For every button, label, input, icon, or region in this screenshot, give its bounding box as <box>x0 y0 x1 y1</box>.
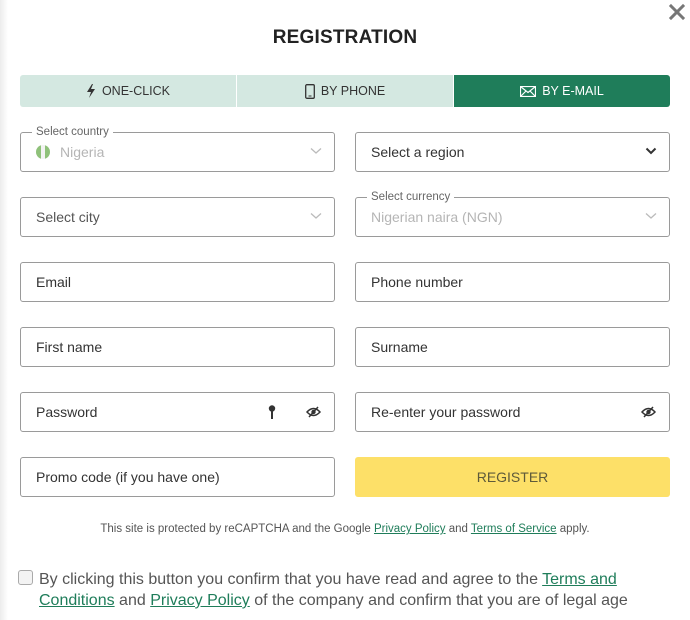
tab-by-phone[interactable]: BY PHONE <box>236 75 453 107</box>
register-button[interactable]: REGISTER <box>355 457 670 497</box>
agreement-text: By clicking this button you confirm that… <box>39 569 658 611</box>
agreement: By clicking this button you confirm that… <box>18 569 658 611</box>
envelope-icon <box>520 85 537 97</box>
currency-select[interactable]: Select currency Nigerian naira (NGN) <box>355 190 670 237</box>
tab-one-click[interactable]: ONE-CLICK <box>20 75 236 107</box>
country-select[interactable]: Select country Nigeria <box>20 125 335 172</box>
nigeria-flag-icon <box>36 145 50 159</box>
close-icon <box>668 3 686 21</box>
phone-input[interactable]: Phone number <box>355 262 670 302</box>
page-title: REGISTRATION <box>272 27 418 48</box>
country-value: Nigeria <box>60 144 105 160</box>
password-input[interactable]: Password <box>20 392 335 432</box>
agreement-text-part: and <box>114 592 151 609</box>
recaptcha-text: This site is protected by reCAPTCHA and … <box>100 523 374 535</box>
agreement-text-part: of the company and confirm that you are … <box>249 592 628 609</box>
phone-icon <box>304 83 315 99</box>
promo-code-input[interactable]: Promo code (if you have one) <box>20 457 335 497</box>
phone-placeholder: Phone number <box>371 274 463 290</box>
email-placeholder: Email <box>36 274 72 290</box>
currency-legend: Select currency <box>367 190 455 204</box>
repeat-password-input[interactable]: Re-enter your password <box>355 392 670 432</box>
password-placeholder: Password <box>36 404 98 420</box>
city-placeholder: Select city <box>36 209 100 225</box>
lightning-icon <box>86 84 95 98</box>
tab-label: ONE-CLICK <box>101 84 171 98</box>
tab-by-email[interactable]: BY E-MAIL <box>453 75 670 107</box>
agreement-text-part: By clicking this button you confirm that… <box>39 571 543 588</box>
first-name-input[interactable]: First name <box>20 327 335 367</box>
country-legend: Select country <box>32 125 113 139</box>
surname-input[interactable]: Surname <box>355 327 670 367</box>
agreement-checkbox[interactable] <box>18 570 33 585</box>
registration-method-tabs: ONE-CLICK BY PHONE BY E-MAIL <box>20 75 670 107</box>
chevron-down-icon <box>310 213 322 219</box>
chevron-down-icon <box>310 148 322 154</box>
repeat-password-placeholder: Re-enter your password <box>371 404 521 420</box>
google-privacy-policy-link[interactable]: Privacy Policy <box>374 523 446 535</box>
email-input[interactable]: Email <box>20 262 335 302</box>
google-terms-link[interactable]: Terms of Service <box>471 523 557 535</box>
close-button[interactable] <box>668 3 686 21</box>
promo-code-placeholder: Promo code (if you have one) <box>36 469 220 485</box>
recaptcha-text: and <box>445 523 471 535</box>
tab-label: BY E-MAIL <box>542 84 604 98</box>
city-select[interactable]: Select city <box>20 197 335 237</box>
recaptcha-notice: This site is protected by reCAPTCHA and … <box>0 523 690 535</box>
chevron-down-icon <box>645 147 657 155</box>
region-placeholder: Select a region <box>371 144 465 160</box>
surname-placeholder: Surname <box>371 339 428 355</box>
eye-slash-icon[interactable] <box>306 406 321 418</box>
chevron-down-icon <box>645 213 657 219</box>
region-select[interactable]: Select a region <box>355 132 670 172</box>
tab-label: BY PHONE <box>320 84 386 98</box>
first-name-placeholder: First name <box>36 339 103 355</box>
eye-slash-icon[interactable] <box>641 406 656 418</box>
currency-value: Nigerian naira (NGN) <box>371 209 503 225</box>
key-icon[interactable] <box>268 405 276 419</box>
privacy-policy-link[interactable]: Privacy Policy <box>150 592 250 609</box>
recaptcha-text: apply. <box>556 523 590 535</box>
